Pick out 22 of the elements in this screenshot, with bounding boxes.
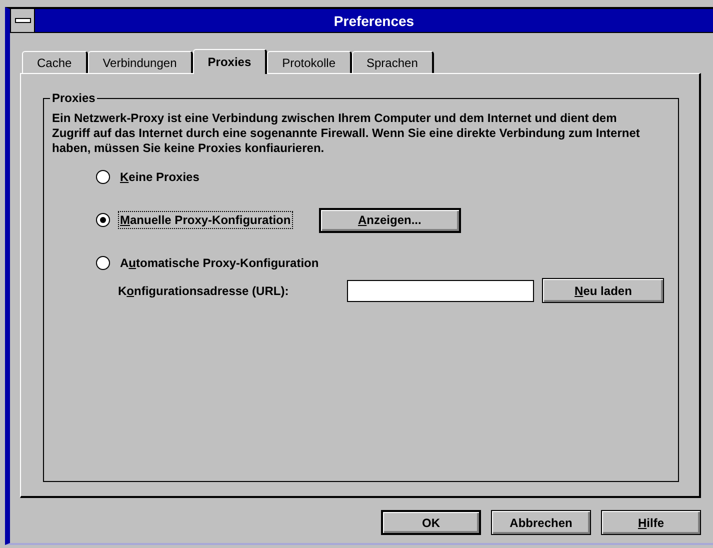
description-text: Ein Netzwerk-Proxy ist eine Verbindung zwischen Ihrem Computer und dem Internet und dient dem Zugriff auf das Internet durch eine sogenannte Firewall. Wenn Sie eine direkte Verbindung zum Internet haben, müssen Sie keine Proxies konfiaurieren.	[52, 111, 641, 156]
radio-button[interactable]	[96, 256, 110, 270]
tab[interactable]: Verbindungen	[88, 51, 193, 73]
window-title: Preferences	[332, 12, 416, 28]
system-menu-button[interactable]	[11, 9, 35, 32]
radio-label[interactable]: Keine Proxies	[118, 168, 202, 186]
url-label: Konfigurationsadresse (URL):	[118, 284, 290, 298]
radio-button[interactable]	[96, 170, 110, 184]
show-button[interactable]: Anzeigen...	[318, 208, 461, 232]
reload-button[interactable]: Neu laden	[542, 278, 664, 303]
dialog-button[interactable]: OK	[381, 510, 481, 535]
dialog-button[interactable]: Abbrechen	[491, 510, 591, 535]
tab[interactable]: Proxies	[192, 49, 268, 74]
radio-label[interactable]: Automatische Proxy-Konfiguration	[118, 254, 321, 272]
url-input-field[interactable]	[346, 280, 534, 302]
radio-label[interactable]: Manuelle Proxy-Konfiguration	[118, 211, 293, 229]
tab[interactable]: Cache	[22, 51, 88, 73]
tab[interactable]: Protokolle	[267, 51, 352, 73]
group-title: Proxies	[50, 91, 98, 105]
dialog-button[interactable]: Hilfe	[601, 510, 701, 535]
radio-button[interactable]	[96, 213, 110, 227]
tab[interactable]: Sprachen	[352, 51, 434, 73]
